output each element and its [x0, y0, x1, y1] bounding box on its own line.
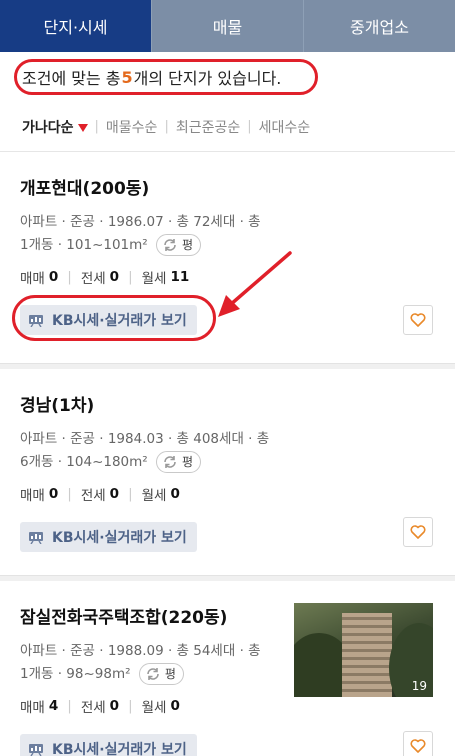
complex-meta: 아파트 · 준공 · 1988.09 · 총 54세대 · 총 1개동 · 98… — [20, 640, 280, 686]
meta-line: 6개동 · 104~180m² 평 — [20, 451, 280, 474]
sort-divider: | — [94, 119, 99, 134]
complex-name[interactable]: 개포현대(200동) — [20, 174, 433, 199]
heart-icon — [410, 313, 426, 327]
sale-count: 4 — [48, 698, 59, 714]
result-count-bar: 조건에 맞는 총 5 개의 단지가 있습니다. — [0, 52, 455, 102]
favorite-button[interactable] — [403, 517, 433, 547]
sale-label: 매매 — [20, 488, 45, 504]
monthly-count: 11 — [170, 269, 190, 285]
kb-price-button[interactable]: KB시세·실거래가 보기 — [20, 522, 197, 552]
sort-by-listings[interactable]: 매물수순 — [106, 117, 158, 137]
annotation-arrow — [218, 251, 292, 317]
favorite-button[interactable] — [403, 305, 433, 335]
top-tab-bar: 단지·시세 매물 중개업소 — [0, 0, 455, 52]
sale-label: 매매 — [20, 271, 45, 287]
refresh-icon — [147, 668, 159, 680]
sort-by-households[interactable]: 세대수순 — [259, 117, 311, 137]
heart-icon — [410, 739, 426, 753]
complex-card[interactable]: 잠실전화국주택조합(220동) 아파트 · 준공 · 1988.09 · 총 5… — [0, 581, 455, 756]
complex-card[interactable]: 개포현대(200동) 아파트 · 준공 · 1986.07 · 총 72세대 ·… — [0, 152, 455, 364]
sale-count: 0 — [48, 269, 59, 285]
tab-complex-price[interactable]: 단지·시세 — [0, 0, 151, 52]
sort-down-icon — [77, 123, 88, 132]
complex-name[interactable]: 경남(1차) — [20, 391, 433, 416]
chart-board-icon — [29, 531, 43, 544]
annotation-oval-kb — [12, 295, 216, 341]
meta-line: 아파트 · 준공 · 1984.03 · 총 408세대 · 총 — [20, 431, 270, 447]
trade-counts: 매매 4 | 전세 0 | 월세 0 — [20, 698, 180, 716]
monthly-label: 월세 — [141, 488, 167, 504]
sort-alphabetical[interactable]: 가나다순 — [22, 117, 88, 137]
meta-line: 아파트 · 준공 · 1988.09 · 총 54세대 · 총 — [20, 643, 261, 659]
tab-agencies[interactable]: 중개업소 — [303, 0, 455, 52]
sort-divider: | — [247, 119, 252, 134]
tab-listings[interactable]: 매물 — [151, 0, 303, 52]
sort-bar: 가나다순 | 매물수순 | 최근준공순 | 세대수순 — [0, 102, 455, 152]
complex-card[interactable]: 경남(1차) 아파트 · 준공 · 1984.03 · 총 408세대 · 총 … — [0, 369, 455, 576]
jeonse-count: 0 — [109, 486, 120, 502]
refresh-icon — [164, 239, 176, 251]
trade-counts: 매매 0 | 전세 0 | 월세 0 — [20, 486, 180, 504]
jeonse-count: 0 — [109, 269, 120, 285]
monthly-label: 월세 — [141, 700, 167, 716]
meta-line: 1개동 · 98~98m² 평 — [20, 663, 280, 686]
sale-count: 0 — [48, 486, 59, 502]
sort-divider: | — [164, 119, 169, 134]
photo-count: 19 — [411, 679, 427, 693]
pyeong-toggle-button[interactable]: 평 — [156, 234, 202, 256]
heart-icon — [410, 525, 426, 539]
kb-price-button[interactable]: KB시세·실거래가 보기 — [20, 734, 197, 756]
jeonse-label: 전세 — [80, 271, 106, 287]
pyeong-toggle-button[interactable]: 평 — [138, 663, 184, 685]
meta-line: 아파트 · 준공 · 1986.07 · 총 72세대 · 총 — [20, 214, 261, 230]
monthly-count: 0 — [170, 486, 180, 502]
monthly-label: 월세 — [141, 271, 167, 287]
pyeong-toggle-button[interactable]: 평 — [156, 451, 202, 473]
jeonse-count: 0 — [109, 698, 120, 714]
jeonse-label: 전세 — [80, 488, 106, 504]
complex-meta: 아파트 · 준공 · 1984.03 · 총 408세대 · 총 6개동 · 1… — [20, 428, 280, 474]
favorite-button[interactable] — [403, 731, 433, 756]
jeonse-label: 전세 — [80, 700, 106, 716]
sort-by-recent[interactable]: 최근준공순 — [176, 117, 240, 137]
refresh-icon — [164, 456, 176, 468]
sale-label: 매매 — [20, 700, 45, 716]
annotation-oval-count — [14, 59, 318, 95]
chart-board-icon — [29, 743, 43, 756]
monthly-count: 0 — [170, 698, 180, 714]
complex-photo[interactable]: 19 — [294, 603, 433, 697]
